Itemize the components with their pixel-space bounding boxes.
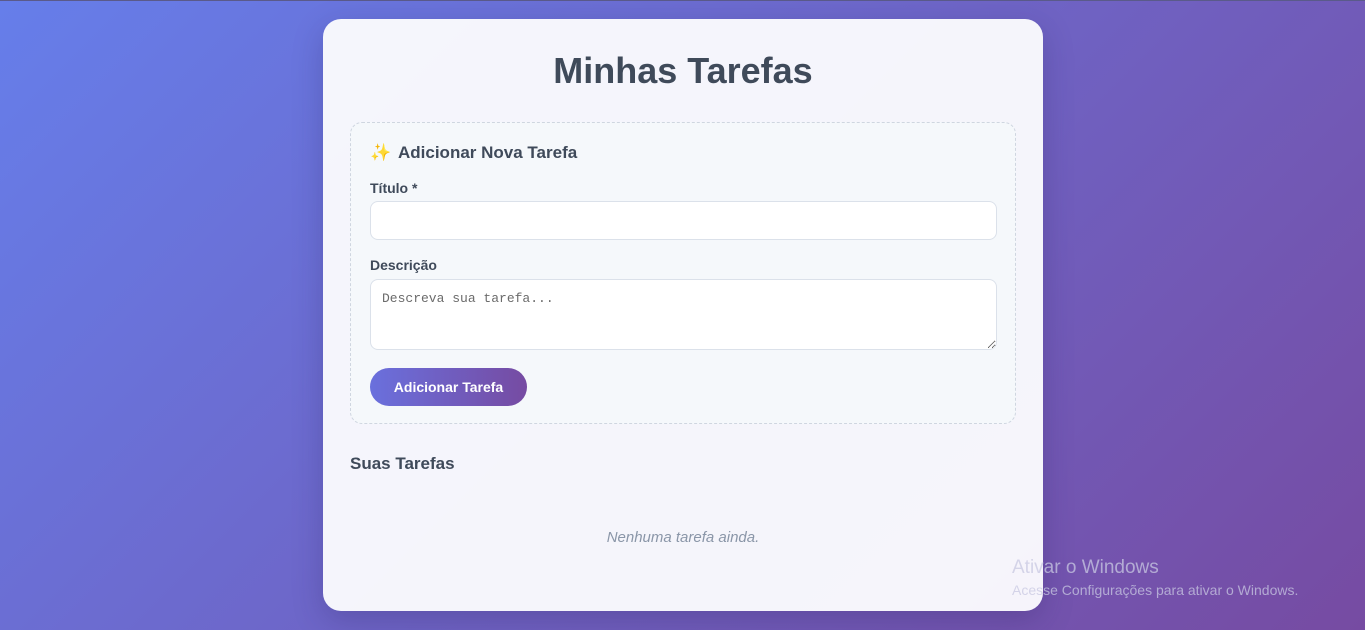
add-task-button[interactable]: Adicionar Tarefa [370, 368, 527, 406]
title-input[interactable] [370, 201, 997, 240]
add-task-form: ✨ Adicionar Nova Tarefa Título * Descriç… [350, 122, 1016, 424]
page-title: Minhas Tarefas [553, 50, 813, 91]
sparkles-icon: ✨ [370, 143, 392, 162]
windows-activation-watermark: Ativar o Windows Acesse Configurações pa… [1012, 557, 1298, 598]
form-heading: ✨ Adicionar Nova Tarefa [370, 143, 577, 163]
watermark-title: Ativar o Windows [1012, 557, 1159, 578]
description-textarea[interactable] [370, 279, 997, 350]
task-card: Minhas Tarefas ✨ Adicionar Nova Tarefa T… [323, 19, 1043, 611]
title-label: Título * [370, 180, 418, 196]
form-heading-label: Adicionar Nova Tarefa [398, 143, 578, 162]
description-label: Descrição [370, 257, 437, 273]
watermark-subtitle: Acesse Configurações para ativar o Windo… [1012, 582, 1299, 598]
empty-tasks-message: Nenhuma tarefa ainda. [606, 529, 760, 546]
window-top-border [0, 0, 1365, 1]
tasks-heading: Suas Tarefas [350, 454, 455, 473]
